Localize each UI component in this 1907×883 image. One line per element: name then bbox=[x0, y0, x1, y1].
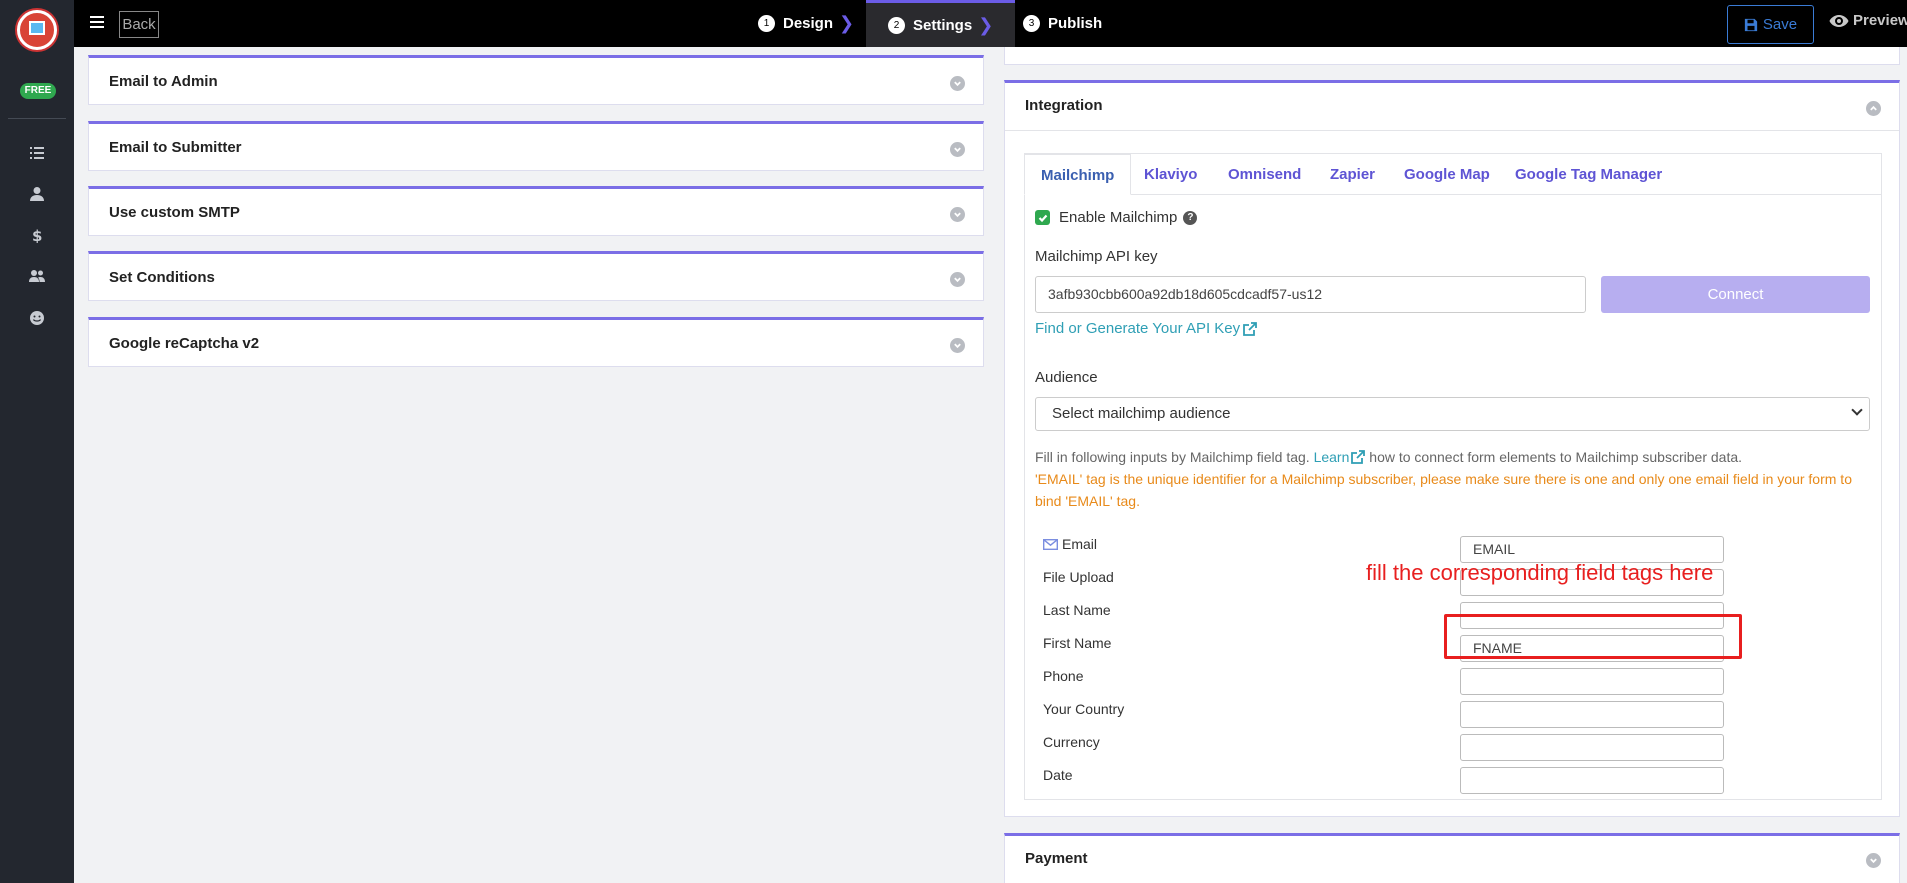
annotation-text: fill the corresponding field tags here bbox=[1366, 560, 1714, 585]
panel-payment[interactable]: Payment bbox=[1004, 833, 1900, 883]
question-circle-icon[interactable]: ? bbox=[1183, 210, 1198, 225]
app-logo[interactable] bbox=[17, 10, 57, 50]
preview-button[interactable]: Preview bbox=[1829, 12, 1907, 29]
external-link-icon bbox=[1243, 321, 1258, 336]
tag-input-your-country[interactable] bbox=[1460, 701, 1724, 728]
chevron-up-icon[interactable] bbox=[1866, 101, 1881, 116]
external-link-icon bbox=[1351, 450, 1366, 464]
tag-input-email[interactable]: EMAIL bbox=[1460, 536, 1724, 563]
user-icon[interactable] bbox=[24, 181, 50, 207]
tag-input-date[interactable] bbox=[1460, 767, 1724, 794]
panel-title: Google reCaptcha v2 bbox=[109, 335, 260, 352]
dollar-icon[interactable]: $ bbox=[24, 222, 50, 248]
info-text: Fill in following inputs by Mailchimp fi… bbox=[1035, 449, 1310, 465]
chevron-down-icon bbox=[1851, 404, 1863, 416]
chevron-down-icon[interactable] bbox=[950, 76, 965, 91]
tab-omnisend[interactable]: Omnisend bbox=[1228, 154, 1301, 195]
preview-label: Preview bbox=[1853, 12, 1907, 29]
integration-tabs-container: Mailchimp Klaviyo Omnisend Zapier Google… bbox=[1024, 153, 1882, 800]
field-label-email: Email bbox=[1043, 536, 1097, 552]
step-label: Design bbox=[783, 15, 834, 32]
field-label-first-name: First Name bbox=[1043, 635, 1112, 651]
api-key-label: Mailchimp API key bbox=[1035, 248, 1158, 265]
step-label: Publish bbox=[1048, 15, 1103, 32]
step-number: 3 bbox=[1023, 15, 1040, 32]
chevron-down-icon[interactable] bbox=[950, 338, 965, 353]
plan-badge: FREE bbox=[20, 83, 56, 99]
save-label: Save bbox=[1762, 16, 1798, 33]
svg-text:$: $ bbox=[32, 227, 42, 243]
enable-mailchimp-row: Enable Mailchimp ? bbox=[1035, 209, 1198, 226]
previous-panel-bottom bbox=[1004, 47, 1900, 65]
learn-link[interactable]: Learn bbox=[1314, 449, 1366, 465]
panel-email-to-submitter[interactable]: Email to Submitter bbox=[88, 121, 984, 171]
panel-google-recaptcha[interactable]: Google reCaptcha v2 bbox=[88, 317, 984, 367]
save-button[interactable]: Save bbox=[1727, 5, 1814, 44]
eye-icon bbox=[1829, 14, 1849, 27]
field-label-file-upload: File Upload bbox=[1043, 569, 1114, 585]
list-icon[interactable] bbox=[24, 140, 50, 166]
panel-title: Email to Admin bbox=[109, 73, 218, 90]
tab-mailchimp[interactable]: Mailchimp bbox=[1024, 154, 1132, 195]
tab-google-map[interactable]: Google Map bbox=[1404, 154, 1490, 195]
panel-title: Use custom SMTP bbox=[109, 204, 240, 221]
api-key-link-text: Find or Generate Your API Key bbox=[1035, 320, 1241, 337]
field-label-phone: Phone bbox=[1043, 668, 1084, 684]
sidebar-divider bbox=[8, 118, 66, 119]
panel-title: Email to Submitter bbox=[109, 139, 242, 156]
chevron-down-icon[interactable] bbox=[950, 207, 965, 222]
users-icon[interactable] bbox=[24, 263, 50, 289]
panel-email-to-admin[interactable]: Email to Admin bbox=[88, 55, 984, 105]
annotation-highlight-box bbox=[1444, 614, 1742, 659]
step-publish[interactable]: 3 Publish bbox=[1023, 0, 1102, 47]
left-sidebar: FREE $ bbox=[0, 0, 74, 883]
connect-button[interactable]: Connect bbox=[1601, 276, 1870, 313]
email-tag-warning: 'EMAIL' tag is the unique identifier for… bbox=[1035, 471, 1852, 509]
chevron-right-icon: ❯ bbox=[978, 14, 994, 35]
field-label-last-name: Last Name bbox=[1043, 602, 1111, 618]
panel-use-custom-smtp[interactable]: Use custom SMTP bbox=[88, 186, 984, 236]
api-key-input[interactable]: 3afb930cbb600a92db18d605cdcadf57-us12 bbox=[1035, 276, 1586, 313]
audience-label: Audience bbox=[1035, 369, 1098, 386]
panel-title: Integration bbox=[1025, 97, 1103, 114]
chevron-right-icon: ❯ bbox=[839, 13, 855, 33]
envelope-icon bbox=[1043, 538, 1058, 550]
panel-integration: Integration Mailchimp Klaviyo Omnisend Z… bbox=[1004, 80, 1900, 817]
chevron-down-icon[interactable] bbox=[1866, 853, 1881, 868]
tab-klaviyo[interactable]: Klaviyo bbox=[1144, 154, 1197, 195]
smile-icon[interactable] bbox=[24, 305, 50, 331]
field-label-currency: Currency bbox=[1043, 734, 1100, 750]
step-design[interactable]: 1 Design ❯ bbox=[758, 0, 854, 47]
field-label-text: Email bbox=[1062, 536, 1098, 552]
info-text-continued: how to connect form elements to Mailchim… bbox=[1369, 449, 1743, 465]
step-number: 2 bbox=[888, 16, 905, 34]
tag-input-currency[interactable] bbox=[1460, 734, 1724, 761]
integration-tabs: Mailchimp Klaviyo Omnisend Zapier Google… bbox=[1024, 154, 1881, 195]
enable-mailchimp-checkbox[interactable] bbox=[1035, 210, 1050, 225]
mailchimp-instructions: Fill in following inputs by Mailchimp fi… bbox=[1035, 446, 1870, 512]
step-number: 1 bbox=[758, 15, 775, 32]
divider bbox=[1005, 130, 1899, 131]
panel-title: Set Conditions bbox=[109, 269, 215, 286]
chevron-down-icon[interactable] bbox=[950, 142, 965, 157]
chevron-down-icon[interactable] bbox=[950, 272, 965, 287]
enable-mailchimp-label: Enable Mailchimp bbox=[1059, 209, 1178, 226]
audience-select-value: Select mailchimp audience bbox=[1052, 405, 1231, 422]
tab-google-tag-manager[interactable]: Google Tag Manager bbox=[1515, 154, 1662, 195]
step-label: Settings bbox=[913, 16, 973, 34]
learn-link-text: Learn bbox=[1313, 449, 1350, 465]
top-bar: Back 1 Design ❯ 2 Settings ❯ 3 Publish S… bbox=[74, 0, 1907, 47]
panel-set-conditions[interactable]: Set Conditions bbox=[88, 251, 984, 301]
hamburger-menu-icon[interactable] bbox=[87, 13, 107, 33]
panel-title: Payment bbox=[1025, 850, 1088, 867]
tag-input-phone[interactable] bbox=[1460, 668, 1724, 695]
step-settings[interactable]: 2 Settings ❯ bbox=[866, 0, 1016, 47]
field-label-date: Date bbox=[1043, 767, 1073, 783]
floppy-disk-icon bbox=[1744, 18, 1758, 31]
tab-zapier[interactable]: Zapier bbox=[1330, 154, 1375, 195]
audience-select[interactable]: Select mailchimp audience bbox=[1035, 397, 1870, 431]
field-label-your-country: Your Country bbox=[1043, 701, 1125, 717]
back-button[interactable]: Back bbox=[119, 11, 159, 38]
api-key-link[interactable]: Find or Generate Your API Key bbox=[1035, 320, 1258, 337]
